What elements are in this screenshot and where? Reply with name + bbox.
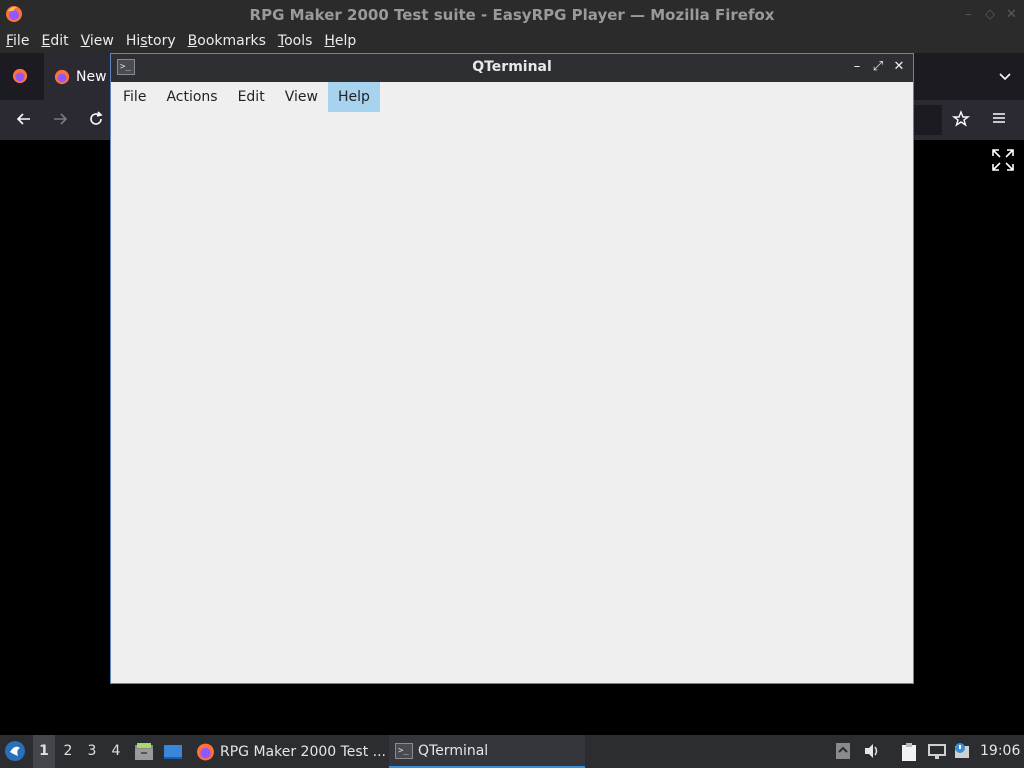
fullscreen-icon[interactable] <box>990 147 1016 177</box>
start-menu-icon[interactable] <box>4 740 26 766</box>
qterminal-menu-help[interactable]: Help <box>327 82 380 112</box>
back-arrow-icon[interactable] <box>15 110 33 132</box>
desktop-1-button[interactable]: 1 <box>33 735 55 768</box>
qterminal-titlebar[interactable]: >_ QTerminal – ⤢ ✕ <box>111 54 913 82</box>
reload-icon[interactable] <box>87 110 105 132</box>
close-button[interactable]: ✕ <box>892 60 906 74</box>
qterminal-window-title: QTerminal <box>472 59 552 75</box>
taskbar-task-firefox[interactable]: RPG Maker 2000 Test ... <box>190 735 386 768</box>
network-icon[interactable] <box>927 742 947 764</box>
firefox-titlebar[interactable]: RPG Maker 2000 Test suite - EasyRPG Play… <box>0 0 1024 29</box>
firefox-maximize-button[interactable]: ◇ <box>985 7 995 22</box>
qterminal-window[interactable]: >_ QTerminal – ⤢ ✕ File Actions Edit Vie… <box>110 53 914 684</box>
firefox-menu-edit[interactable]: Edit <box>35 33 74 49</box>
task-label: QTerminal <box>418 742 489 759</box>
qterminal-menu-view[interactable]: View <box>275 82 328 112</box>
tab-new-tab[interactable]: New <box>44 53 114 100</box>
firefox-logo-icon <box>5 5 23 27</box>
tray-expand-icon[interactable] <box>835 742 851 764</box>
firefox-menubar: File Edit View History Bookmarks Tools H… <box>0 29 1024 53</box>
firefox-close-button[interactable]: ✕ <box>1006 7 1017 22</box>
firefox-minimize-button[interactable]: – <box>965 7 972 22</box>
qterminal-menu-edit[interactable]: Edit <box>228 82 275 112</box>
firefox-menu-bookmarks[interactable]: Bookmarks <box>182 33 272 49</box>
maximize-button[interactable]: ⤢ <box>871 60 885 74</box>
hamburger-menu-icon[interactable] <box>991 110 1007 130</box>
firefox-icon <box>197 743 214 760</box>
qterminal-menubar: File Actions Edit View Help <box>111 82 913 112</box>
firefox-menu-file[interactable]: File <box>0 33 35 49</box>
bookmark-star-icon[interactable] <box>951 110 971 132</box>
taskbar: 1 2 3 4 RPG Maker 2000 Test ... >_ QTerm… <box>0 735 1024 768</box>
clipboard-icon[interactable] <box>900 742 918 766</box>
tab-favicon-icon <box>54 69 70 84</box>
volume-icon[interactable] <box>863 742 881 764</box>
update-notifier-icon[interactable] <box>953 742 971 764</box>
forward-arrow-icon[interactable] <box>51 110 69 132</box>
file-manager-icon[interactable] <box>134 742 154 766</box>
desktop-3-button[interactable]: 3 <box>81 735 103 768</box>
taskbar-task-qterminal[interactable]: >_ QTerminal <box>389 735 585 768</box>
tab-label: New <box>76 68 107 85</box>
minimize-button[interactable]: – <box>850 60 864 74</box>
firefox-menu-help[interactable]: Help <box>318 33 362 49</box>
show-desktop-icon[interactable] <box>163 742 183 766</box>
task-label: RPG Maker 2000 Test ... <box>219 743 386 760</box>
terminal-icon: >_ <box>395 742 413 759</box>
clock[interactable]: 19:06 <box>980 735 1020 768</box>
firefox-window-title: RPG Maker 2000 Test suite - EasyRPG Play… <box>249 5 775 24</box>
firefox-menu-tools[interactable]: Tools <box>272 33 319 49</box>
terminal-area[interactable] <box>111 112 913 683</box>
desktop-2-button[interactable]: 2 <box>57 735 79 768</box>
qterminal-menu-file[interactable]: File <box>113 82 156 112</box>
list-all-tabs-icon[interactable] <box>998 69 1012 87</box>
firefox-view-icon[interactable] <box>12 68 28 88</box>
firefox-menu-view[interactable]: View <box>75 33 120 49</box>
qterminal-menu-actions[interactable]: Actions <box>156 82 227 112</box>
url-bar[interactable] <box>912 105 942 135</box>
firefox-menu-history[interactable]: History <box>120 33 182 49</box>
desktop-4-button[interactable]: 4 <box>105 735 127 768</box>
